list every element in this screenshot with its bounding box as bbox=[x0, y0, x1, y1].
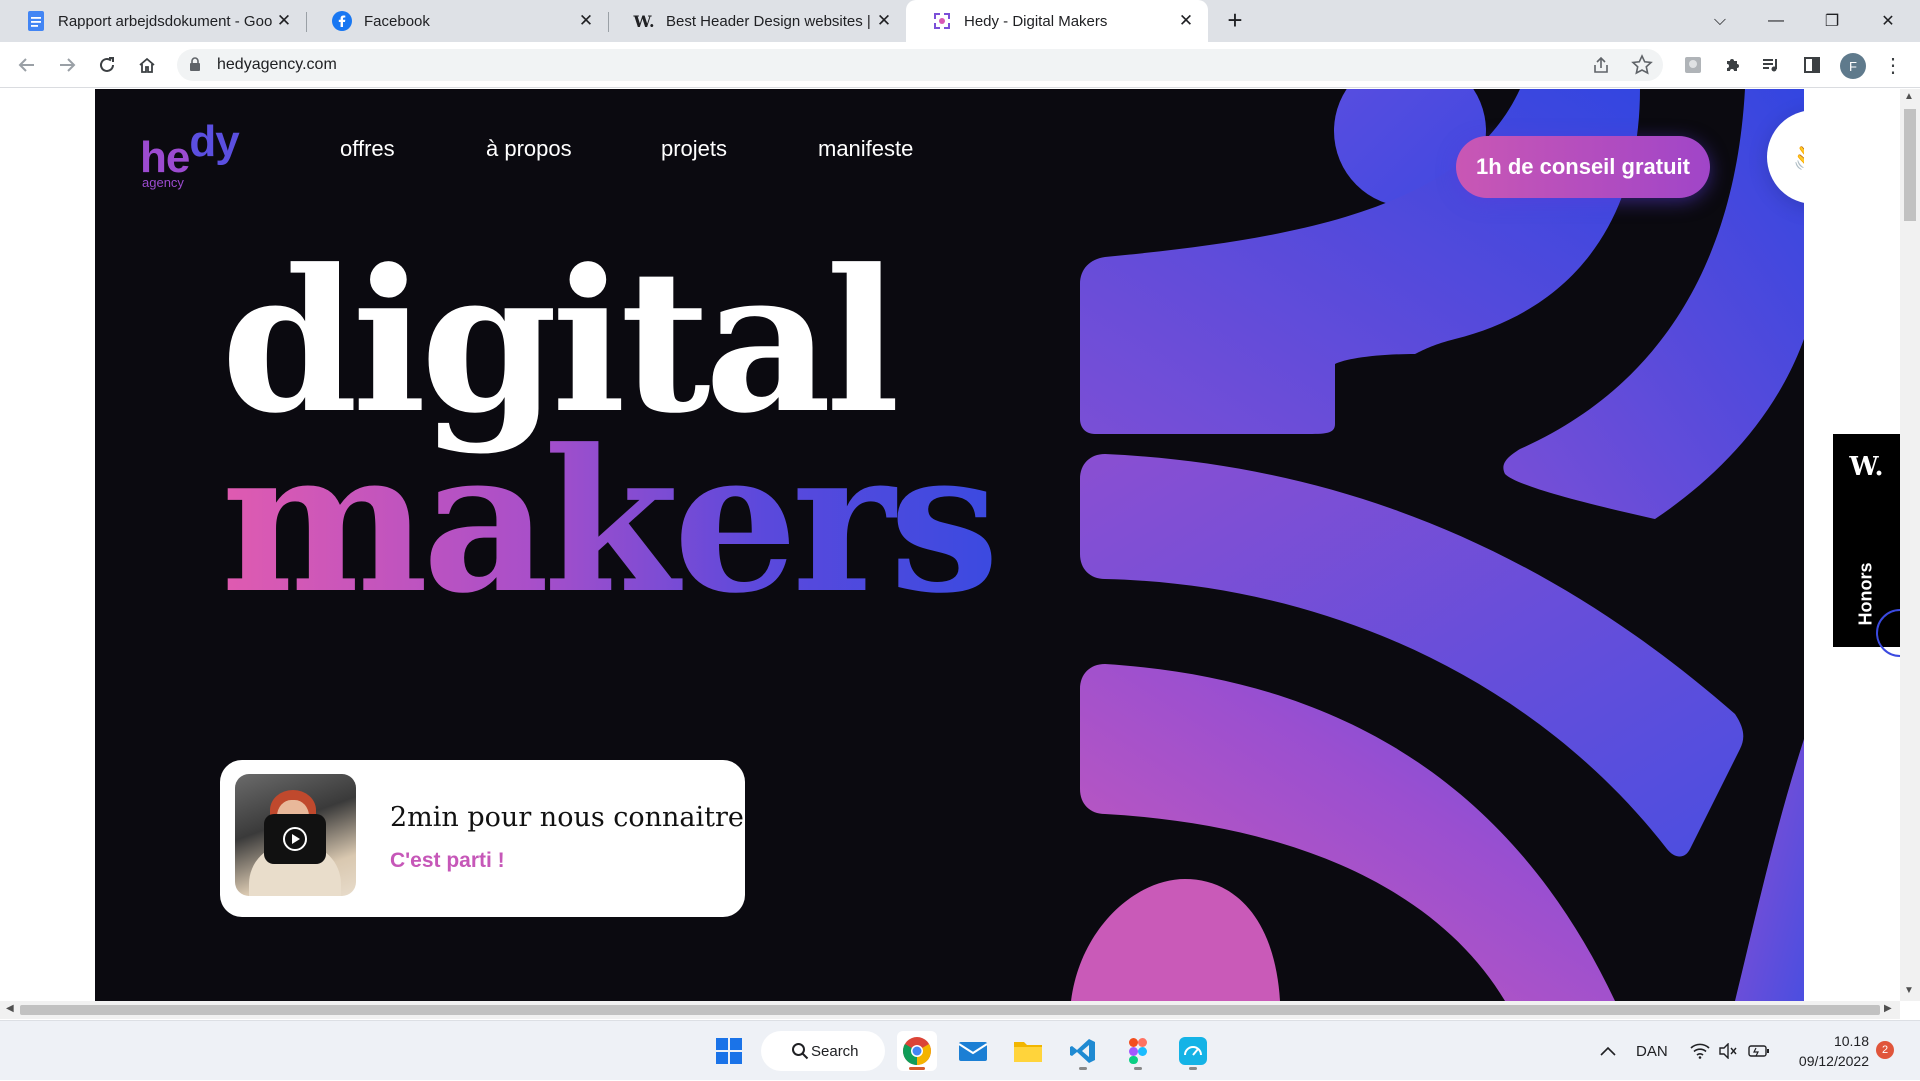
forward-icon[interactable] bbox=[52, 50, 82, 80]
tab-title: Hedy - Digital Makers bbox=[964, 12, 1108, 30]
keyboard-language[interactable]: DAN bbox=[1636, 1021, 1668, 1081]
tab-search-chevron-icon[interactable]: ⌵ bbox=[1692, 0, 1748, 42]
logo-dy: dy bbox=[189, 117, 239, 166]
side-panel-icon[interactable] bbox=[1797, 50, 1827, 80]
shape-semicircle-bottom bbox=[1071, 879, 1280, 1001]
close-window-icon[interactable]: ✕ bbox=[1860, 0, 1916, 42]
free-consultation-button[interactable]: 1h de conseil gratuit bbox=[1456, 136, 1710, 198]
hedy-logo[interactable]: hedy agency bbox=[140, 117, 240, 190]
running-indicator bbox=[1189, 1067, 1197, 1070]
play-icon bbox=[283, 827, 307, 851]
running-indicator bbox=[1134, 1067, 1142, 1070]
tab-hedy[interactable]: Hedy - Digital Makers ✕ bbox=[906, 0, 1208, 42]
nav-manifeste[interactable]: manifeste bbox=[818, 136, 913, 162]
search-icon bbox=[791, 1042, 809, 1064]
figma-taskbar-icon[interactable] bbox=[1118, 1031, 1158, 1071]
volume-muted-icon[interactable] bbox=[1718, 1021, 1738, 1081]
file-explorer-taskbar-icon[interactable] bbox=[1008, 1031, 1048, 1071]
browser-toolbar: hedyagency.com F ⋮ bbox=[0, 42, 1920, 88]
tab-facebook[interactable]: Facebook ✕ bbox=[306, 0, 608, 42]
honors-label: Honors bbox=[1855, 562, 1876, 626]
shape-arc-bottom-right bbox=[1735, 739, 1804, 1001]
vertical-scrollbar[interactable]: ▲ ▼ bbox=[1900, 89, 1920, 1001]
tray-chevron-icon[interactable] bbox=[1600, 1021, 1616, 1081]
minimize-icon[interactable]: — bbox=[1748, 0, 1804, 42]
scrollbar-thumb[interactable] bbox=[1904, 109, 1916, 221]
vscode-taskbar-icon[interactable] bbox=[1063, 1031, 1103, 1071]
new-tab-button[interactable]: + bbox=[1222, 7, 1248, 34]
video-start-link[interactable]: C'est parti ! bbox=[390, 849, 505, 873]
mail-taskbar-icon[interactable] bbox=[953, 1031, 993, 1071]
clock-time: 10.18 bbox=[1833, 1033, 1869, 1049]
video-title: 2min pour nous connaitre bbox=[390, 802, 744, 833]
intro-video-card[interactable]: 2min pour nous connaitre C'est parti ! bbox=[220, 760, 745, 917]
maximize-icon[interactable]: ❐ bbox=[1804, 0, 1860, 42]
close-tab-icon[interactable]: ✕ bbox=[274, 11, 294, 31]
scroll-left-arrow-icon[interactable]: ◀ bbox=[6, 1003, 14, 1014]
logo-agency: agency bbox=[142, 175, 184, 190]
tab-strip: Rapport arbejdsdokument - Goo ✕ Facebook… bbox=[0, 0, 1920, 42]
extensions-puzzle-icon[interactable] bbox=[1718, 50, 1748, 80]
wifi-icon[interactable] bbox=[1690, 1021, 1710, 1081]
horizontal-scrollbar[interactable]: ◀ ▶ bbox=[0, 1001, 1900, 1019]
scroll-up-arrow-icon[interactable]: ▲ bbox=[1904, 91, 1914, 102]
hero-section: hedy agency offres à propos projets mani… bbox=[95, 89, 1804, 1001]
bookmark-star-icon[interactable] bbox=[1631, 54, 1653, 81]
tab-rapport[interactable]: Rapport arbejdsdokument - Goo ✕ bbox=[0, 0, 306, 42]
tab-awwwards[interactable]: W. Best Header Design websites | W ✕ bbox=[608, 0, 906, 42]
notification-badge[interactable]: 2 bbox=[1876, 1041, 1894, 1059]
windows-start-icon[interactable] bbox=[709, 1031, 749, 1071]
tab-title: Best Header Design websites | W bbox=[666, 12, 874, 30]
nav-a-propos[interactable]: à propos bbox=[486, 136, 572, 162]
video-thumbnail[interactable] bbox=[235, 774, 356, 896]
nav-projets[interactable]: projets bbox=[661, 136, 727, 162]
headline-makers: makers bbox=[221, 407, 999, 637]
browser-menu-icon[interactable]: ⋮ bbox=[1878, 50, 1908, 80]
awwwards-w-icon: W. bbox=[633, 11, 655, 31]
profile-avatar[interactable]: F bbox=[1840, 53, 1866, 79]
url-text: hedyagency.com bbox=[217, 56, 337, 73]
clock-date: 09/12/2022 bbox=[1798, 1053, 1869, 1069]
media-control-icon[interactable] bbox=[1756, 50, 1786, 80]
waving-hand-icon: 👋 bbox=[1792, 136, 1804, 178]
chrome-taskbar-icon[interactable] bbox=[897, 1031, 937, 1071]
share-icon[interactable] bbox=[1591, 55, 1611, 80]
running-indicator bbox=[1079, 1067, 1087, 1070]
battery-icon[interactable] bbox=[1748, 1021, 1770, 1081]
awwwards-w-mark: W. bbox=[1849, 452, 1884, 482]
close-tab-icon[interactable]: ✕ bbox=[576, 11, 596, 31]
scrollbar-thumb[interactable] bbox=[20, 1005, 1880, 1015]
google-docs-icon bbox=[26, 11, 46, 31]
home-icon[interactable] bbox=[132, 50, 162, 80]
tab-title: Rapport arbejdsdokument - Goo bbox=[58, 12, 273, 30]
taskbar-search[interactable]: Search bbox=[761, 1031, 885, 1071]
facebook-icon bbox=[332, 11, 352, 31]
scroll-down-arrow-icon[interactable]: ▼ bbox=[1904, 985, 1914, 996]
close-tab-icon[interactable]: ✕ bbox=[874, 11, 894, 31]
speedtest-taskbar-icon[interactable] bbox=[1173, 1031, 1213, 1071]
address-bar[interactable]: hedyagency.com bbox=[177, 49, 1663, 81]
windows-taskbar: Search DAN 10.18 09/12/2022 2 bbox=[0, 1020, 1920, 1080]
close-tab-icon[interactable]: ✕ bbox=[1176, 11, 1196, 31]
tab-title: Facebook bbox=[364, 12, 430, 30]
running-indicator bbox=[909, 1067, 925, 1070]
back-icon[interactable] bbox=[12, 50, 42, 80]
extension-image-icon[interactable] bbox=[1678, 50, 1708, 80]
page-viewport: hedy agency offres à propos projets mani… bbox=[0, 89, 1900, 1001]
taskbar-clock[interactable]: 10.18 09/12/2022 bbox=[1785, 1031, 1869, 1071]
lock-icon[interactable] bbox=[189, 57, 201, 77]
hedy-favicon bbox=[932, 11, 952, 31]
reload-icon[interactable] bbox=[92, 50, 122, 80]
play-button[interactable] bbox=[264, 814, 326, 864]
search-label: Search bbox=[811, 1042, 859, 1060]
scroll-right-arrow-icon[interactable]: ▶ bbox=[1884, 1003, 1892, 1014]
nav-offres[interactable]: offres bbox=[340, 136, 395, 162]
